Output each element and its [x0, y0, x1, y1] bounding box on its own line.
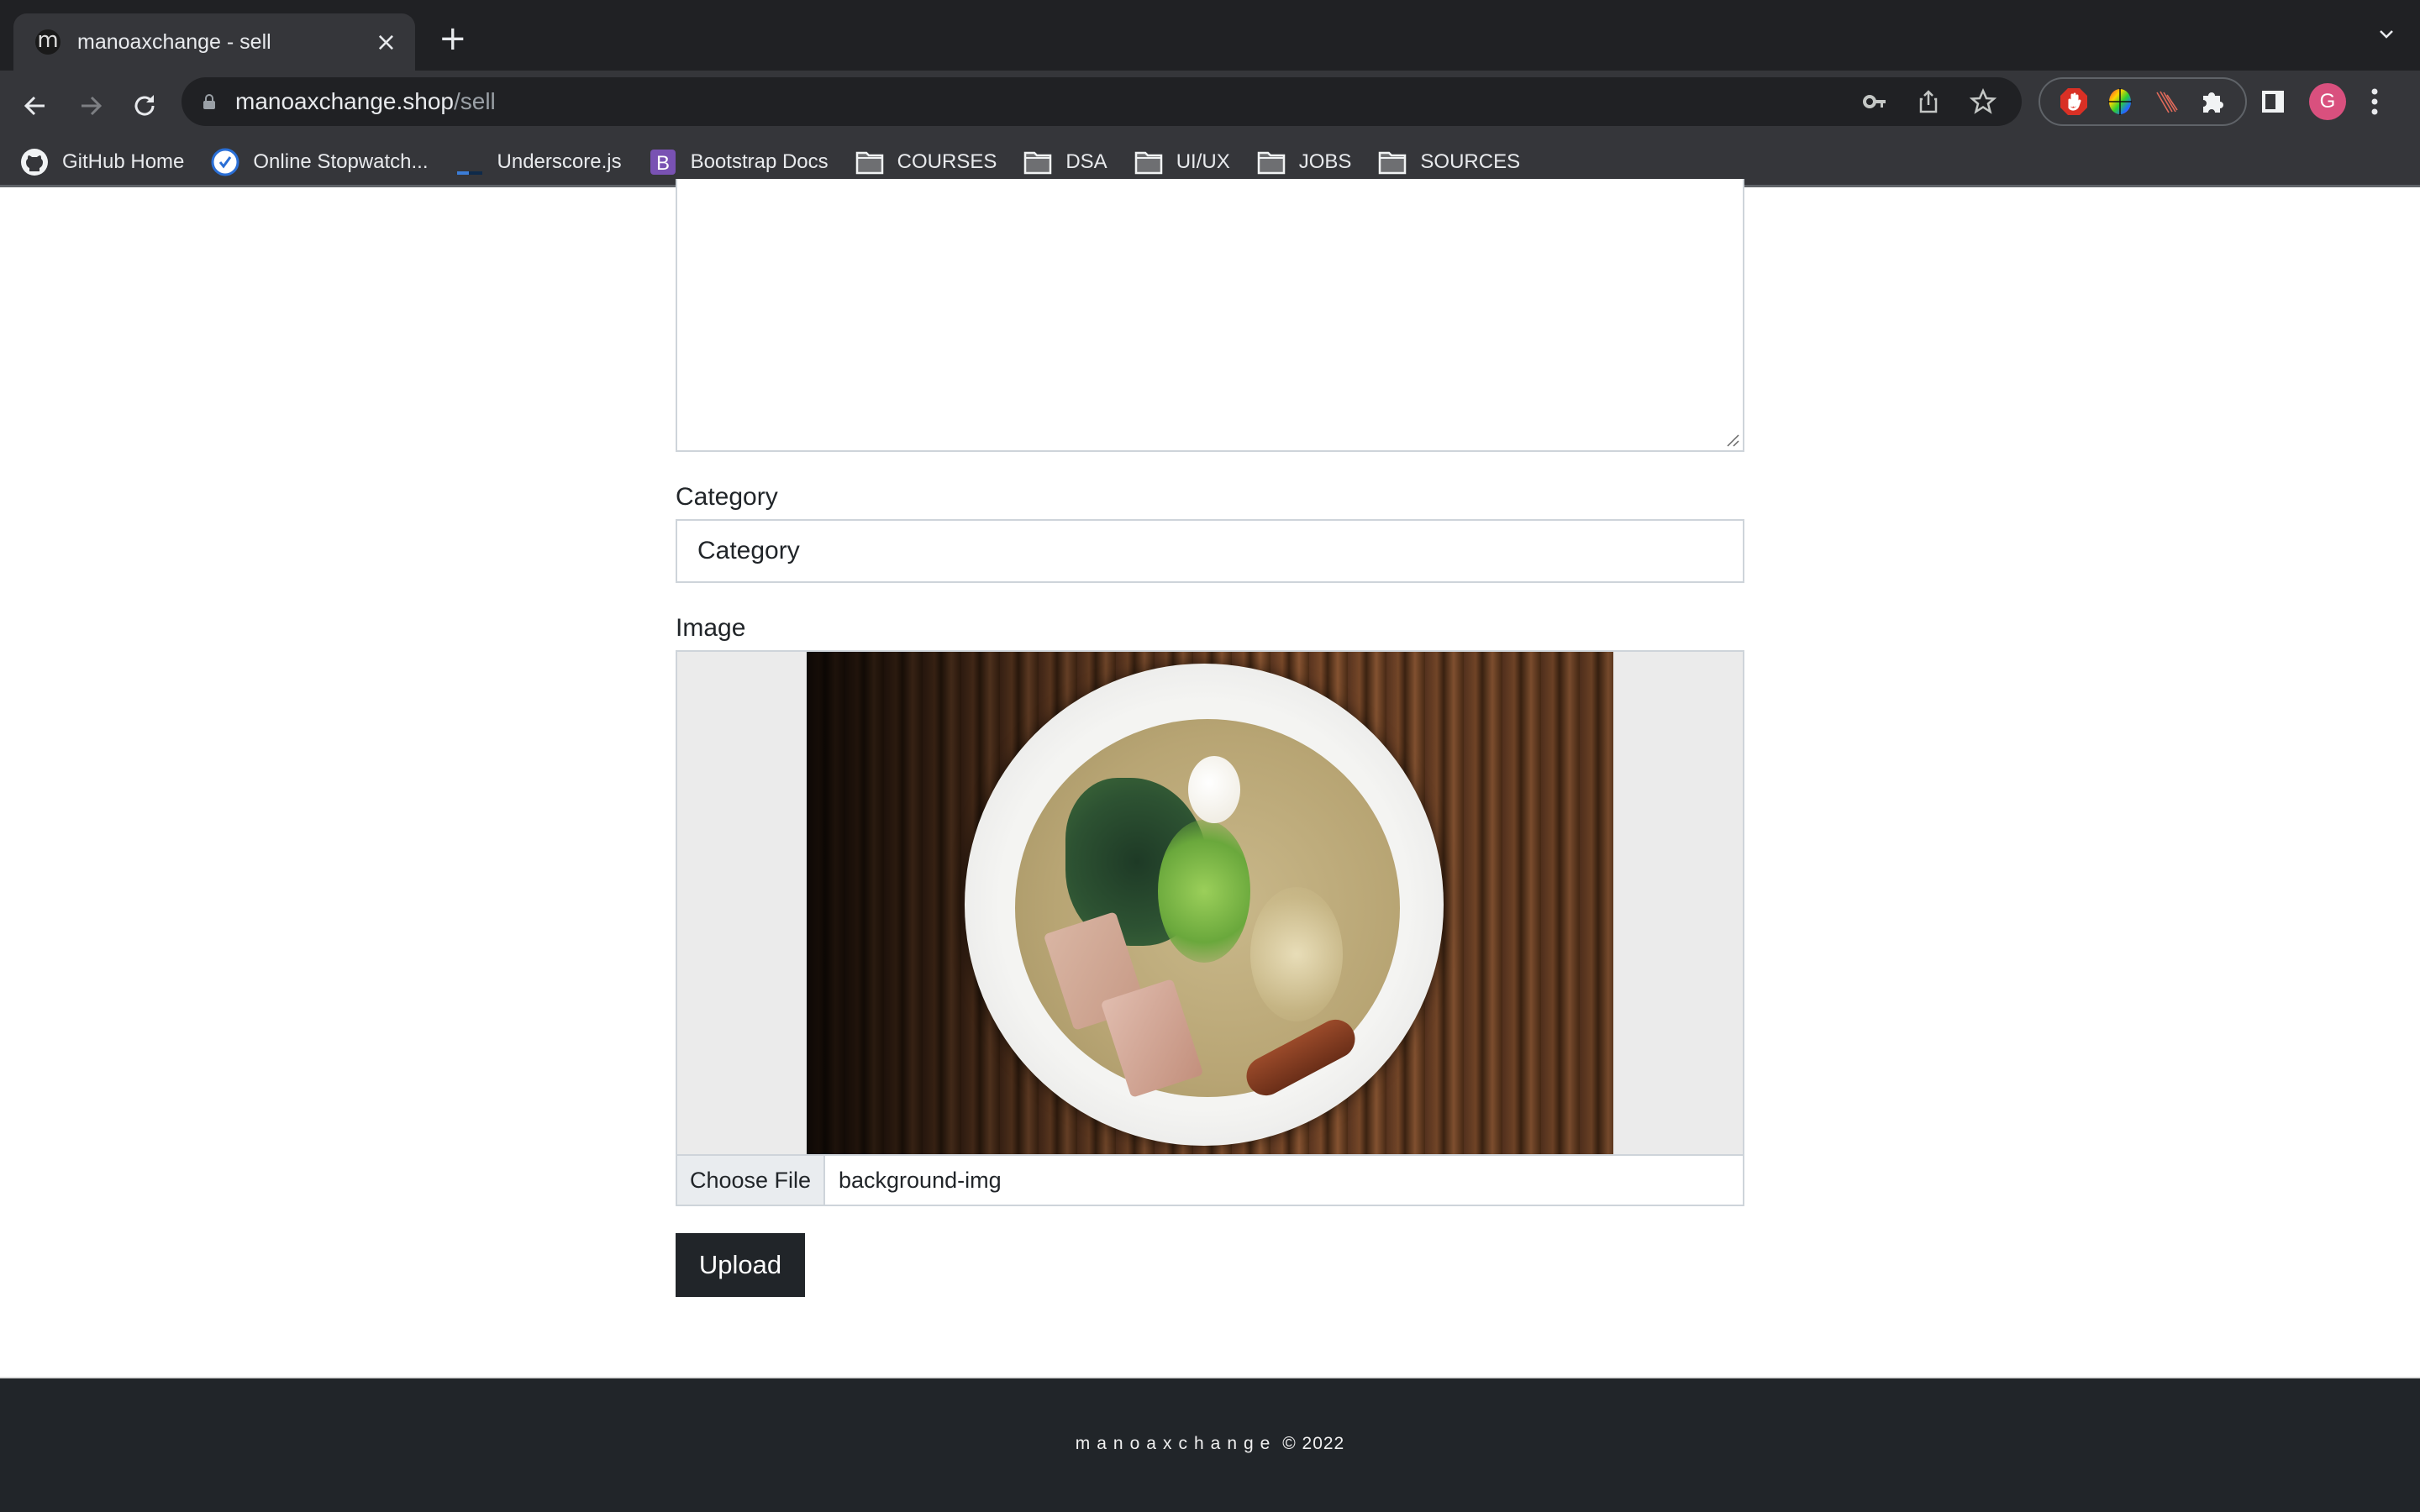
bookmark-label: JOBS — [1298, 150, 1352, 173]
bootstrap-icon: B — [650, 150, 676, 175]
description-textarea[interactable] — [676, 179, 1744, 452]
bookmark-bootstrap-docs[interactable]: B Bootstrap Docs — [649, 148, 829, 176]
close-tab-icon[interactable]: × — [376, 28, 397, 57]
address-bar[interactable]: manoaxchange.shop/sell — [182, 77, 2022, 126]
folder-icon — [1379, 151, 1407, 175]
bookmark-folder-ui-ux[interactable]: UI/UX — [1134, 148, 1230, 176]
stripes-extension-icon[interactable] — [2152, 87, 2181, 116]
tab-search-chevron-icon[interactable] — [2378, 25, 2395, 42]
resize-handle-icon[interactable] — [1726, 433, 1739, 447]
bookmark-label: SOURCES — [1420, 150, 1521, 173]
category-select[interactable]: Category — [676, 519, 1744, 583]
lock-icon[interactable] — [203, 94, 215, 109]
sell-page: Category Category Image Choose File back… — [0, 179, 2420, 1512]
reload-icon — [134, 95, 155, 116]
tab-strip: m manoaxchange - sell × + — [0, 0, 2420, 71]
url-path: /sell — [453, 88, 496, 114]
bookmark-github-home[interactable]: GitHub Home — [20, 148, 184, 176]
bookmark-label: Online Stopwatch... — [253, 150, 429, 173]
browser-tab-active[interactable]: m manoaxchange - sell × — [13, 13, 415, 71]
image-preview — [676, 650, 1744, 1154]
bookmark-folder-jobs[interactable]: JOBS — [1257, 148, 1352, 176]
chashu-pork-slice — [1100, 979, 1204, 1098]
stopwatch-icon — [211, 148, 239, 176]
back-button[interactable] — [17, 87, 54, 124]
bookmark-label: GitHub Home — [62, 150, 185, 173]
back-arrow-icon — [24, 96, 45, 116]
soft-egg — [1188, 756, 1240, 823]
folder-icon — [1134, 151, 1162, 175]
adblock-extension-icon[interactable] — [2060, 87, 2088, 116]
bookmark-label: UI/UX — [1176, 150, 1230, 173]
color-picker-extension-icon[interactable] — [2106, 87, 2134, 116]
github-icon — [21, 149, 48, 176]
bookmark-folder-dsa[interactable]: DSA — [1023, 148, 1107, 176]
green-onions — [1158, 820, 1250, 963]
forward-arrow-icon — [82, 96, 103, 116]
bean-sprouts — [1250, 887, 1343, 1021]
svg-text:B: B — [656, 152, 670, 175]
category-label: Category — [676, 483, 778, 511]
ramen-bowl — [965, 664, 1444, 1146]
profile-avatar[interactable]: G — [2309, 83, 2346, 120]
share-icon[interactable] — [1916, 89, 1941, 114]
tab-title: manoaxchange - sell — [77, 29, 271, 54]
folder-icon — [1024, 151, 1052, 175]
selected-file-name: background-img — [839, 1167, 1002, 1193]
bookmark-label: DSA — [1065, 150, 1107, 173]
image-label: Image — [676, 614, 746, 642]
file-input[interactable]: Choose File background-img — [676, 1154, 1744, 1206]
bookmark-underscore-js[interactable]: Underscore.js — [455, 148, 622, 176]
extensions-group — [2039, 77, 2247, 126]
sausage — [1239, 1012, 1362, 1103]
ramen-broth — [1015, 719, 1400, 1103]
underscore-icon — [456, 171, 482, 175]
extensions-puzzle-icon[interactable] — [2198, 87, 2227, 116]
choose-file-button[interactable]: Choose File — [677, 1156, 825, 1205]
url-domain: manoaxchange.shop — [235, 88, 454, 114]
site-footer: manoaxchange © 2022 — [0, 1377, 2420, 1512]
bookmark-folder-courses[interactable]: COURSES — [855, 148, 997, 176]
bookmark-label: Bootstrap Docs — [690, 150, 829, 173]
ramen-photo — [807, 652, 1613, 1154]
password-key-icon[interactable] — [1862, 89, 1887, 114]
bookmark-folder-sources[interactable]: SOURCES — [1378, 148, 1520, 176]
category-select-value: Category — [697, 537, 800, 564]
footer-copyright: manoaxchange © 2022 — [0, 1434, 2420, 1454]
site-favicon-icon: m — [35, 29, 60, 55]
new-tab-button[interactable]: + — [439, 22, 467, 55]
bookmark-star-icon[interactable] — [1970, 88, 1996, 115]
bookmark-label: Underscore.js — [497, 150, 622, 173]
footer-brand: manoaxchange — [1075, 1434, 1277, 1453]
bookmark-label: COURSES — [897, 150, 997, 173]
upload-button[interactable]: Upload — [676, 1233, 805, 1297]
folder-icon — [855, 151, 883, 175]
browser-menu-kebab-icon[interactable] — [2370, 87, 2380, 116]
url-text[interactable]: manoaxchange.shop/sell — [235, 88, 1862, 115]
folder-icon — [1257, 151, 1285, 175]
bookmark-online-stopwatch[interactable]: Online Stopwatch... — [211, 148, 429, 176]
forward-button[interactable] — [72, 87, 109, 124]
side-panel-icon[interactable] — [2260, 89, 2286, 114]
reload-button[interactable] — [126, 87, 163, 124]
footer-copyright-year: © 2022 — [1282, 1434, 1345, 1453]
